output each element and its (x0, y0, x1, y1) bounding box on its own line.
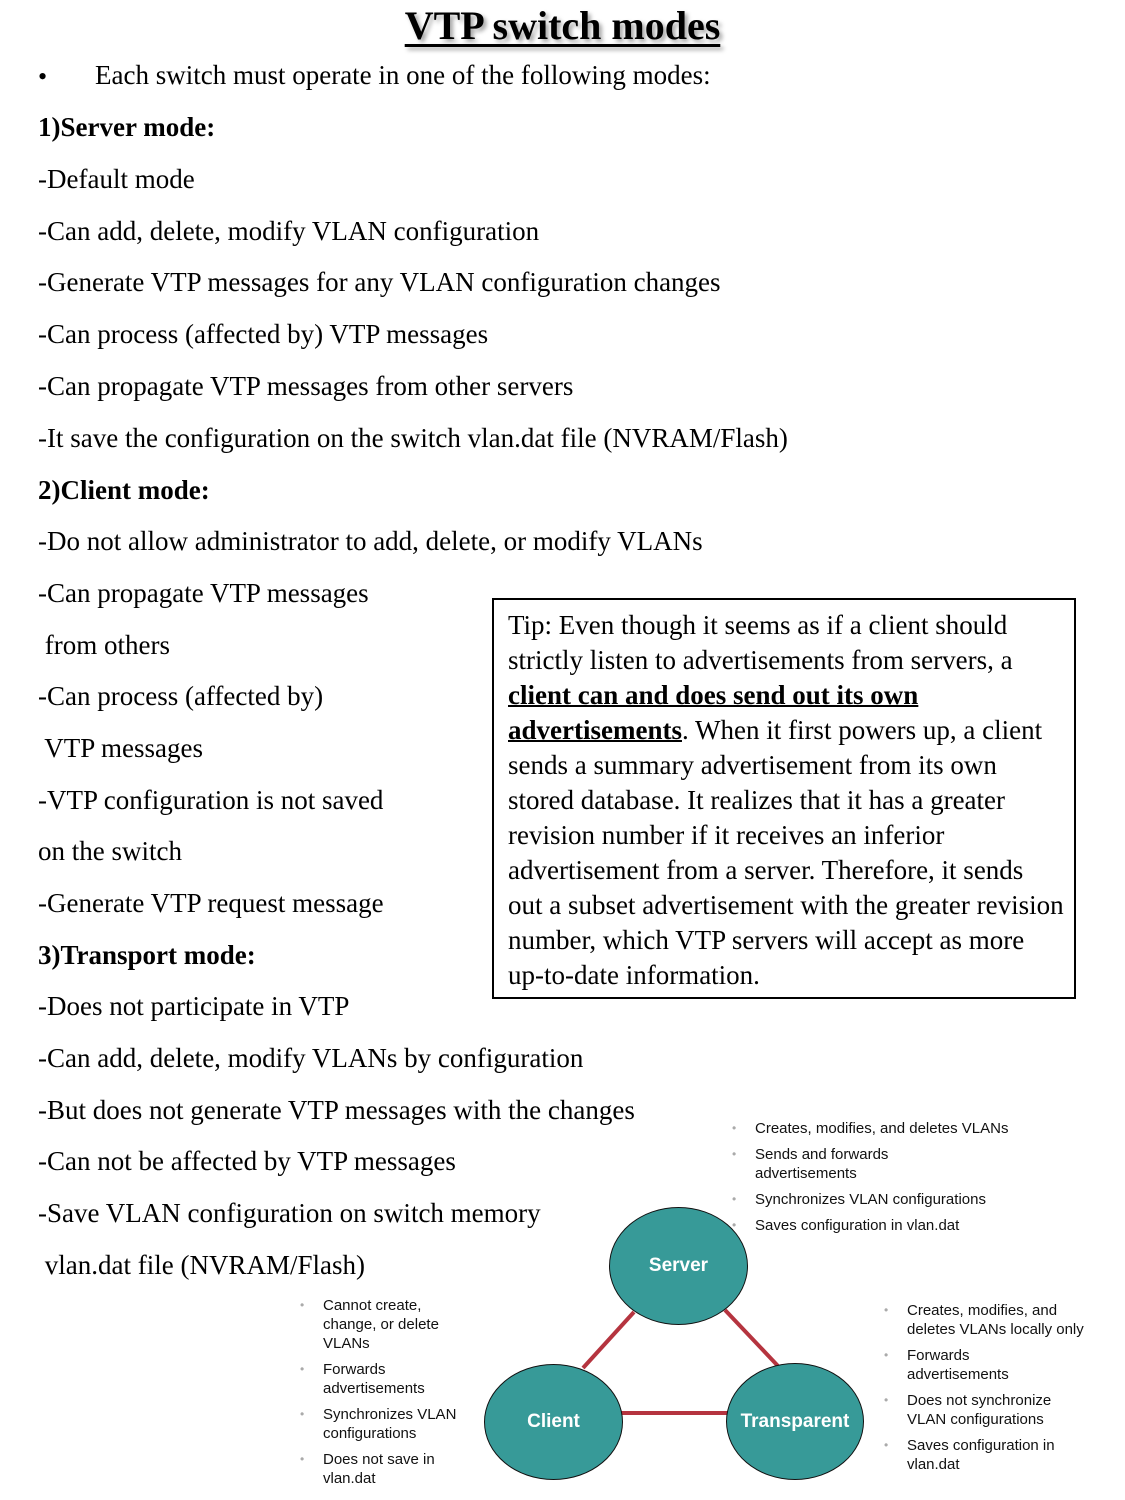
client-bullet: Does not save in vlan.dat (297, 1450, 453, 1488)
client-node-label: Client (527, 1411, 580, 1432)
server-node-label: Server (648, 1255, 709, 1276)
transparent-bullet: Does not synchronize VLAN configurations (881, 1391, 1057, 1429)
transparent-bullet: Forwards advertisements (881, 1346, 1037, 1384)
server-bullet: Saves configuration in vlan.dat (729, 1216, 1069, 1235)
transparent-node-label: Transparent (740, 1410, 850, 1432)
server-bullet: Creates, modifies, and deletes VLANs (729, 1119, 1069, 1138)
client-bullets: Cannot create, change, or delete VLANs F… (297, 1296, 462, 1495)
transparent-bullets: Creates, modifies, and deletes VLANs loc… (881, 1301, 1106, 1481)
client-node: Client (484, 1364, 623, 1480)
client-bullet: Synchronizes VLAN configurations (297, 1405, 463, 1443)
transparent-node: Transparent (726, 1363, 864, 1480)
link-server-transparent (723, 1308, 780, 1368)
transparent-bullet: Creates, modifies, and deletes VLANs loc… (881, 1301, 1106, 1339)
client-bullet: Cannot create, change, or delete VLANs (297, 1296, 453, 1353)
server-bullet: Synchronizes VLAN configurations (729, 1190, 1069, 1209)
server-node: Server (609, 1207, 748, 1325)
transparent-bullet: Saves configuration in vlan.dat (881, 1436, 1087, 1474)
diagram-links (581, 1308, 780, 1415)
server-bullets: Creates, modifies, and deletes VLANs Sen… (729, 1119, 1069, 1242)
client-bullet: Forwards advertisements (297, 1360, 453, 1398)
link-server-client (581, 1310, 636, 1370)
server-bullet: Sends and forwards advertisements (729, 1145, 935, 1183)
